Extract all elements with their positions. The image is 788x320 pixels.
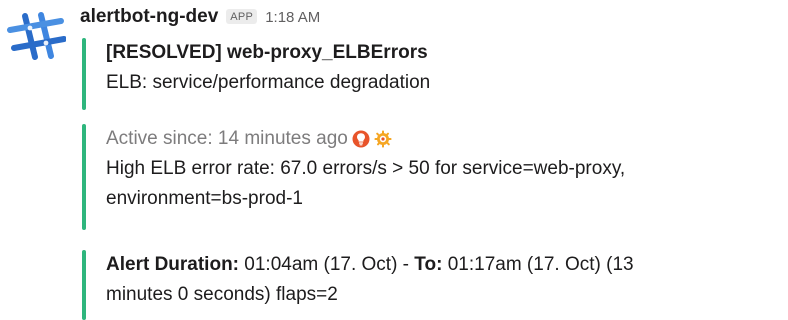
attachment-pretext: Active since: 14 minutes ago — [106, 124, 786, 154]
pagerduty-bulb-icon — [352, 130, 370, 148]
grafana-icon — [374, 130, 392, 148]
app-badge: APP — [226, 9, 258, 24]
duration-from: 01:04am (17. Oct) - — [239, 254, 415, 275]
attachment-text: ELB: service/performance degradation — [106, 72, 431, 93]
message-header: alertbot-ng-dev APP 1:18 AM — [80, 6, 320, 32]
chat-message: alertbot-ng-dev APP 1:18 AM [RESOLVED] w… — [0, 0, 788, 320]
alert-duration-line1: Alert Duration: 01:04am (17. Oct) - To: … — [106, 250, 786, 280]
alert-description-line2: environment=bs-prod-1 — [106, 188, 303, 209]
attachment-color-bar — [82, 250, 86, 320]
attachment-title[interactable]: [RESOLVED] web-proxy_ELBErrors — [106, 38, 786, 68]
sender-name[interactable]: alertbot-ng-dev — [80, 6, 218, 28]
to-label: To: — [414, 254, 443, 275]
attachment-color-bar — [82, 38, 86, 110]
slack-hash-logo-icon[interactable] — [6, 10, 66, 62]
message-timestamp[interactable]: 1:18 AM — [265, 9, 320, 26]
attachment-color-bar — [82, 124, 86, 230]
active-since-text: Active since: 14 minutes ago — [106, 128, 348, 149]
duration-label: Alert Duration: — [106, 254, 239, 275]
alert-description-line1: High ELB error rate: 67.0 errors/s > 50 … — [106, 158, 626, 179]
duration-to: 01:17am (17. Oct) (13 — [442, 254, 634, 275]
alert-duration-line2: minutes 0 seconds) flaps=2 — [106, 284, 338, 305]
